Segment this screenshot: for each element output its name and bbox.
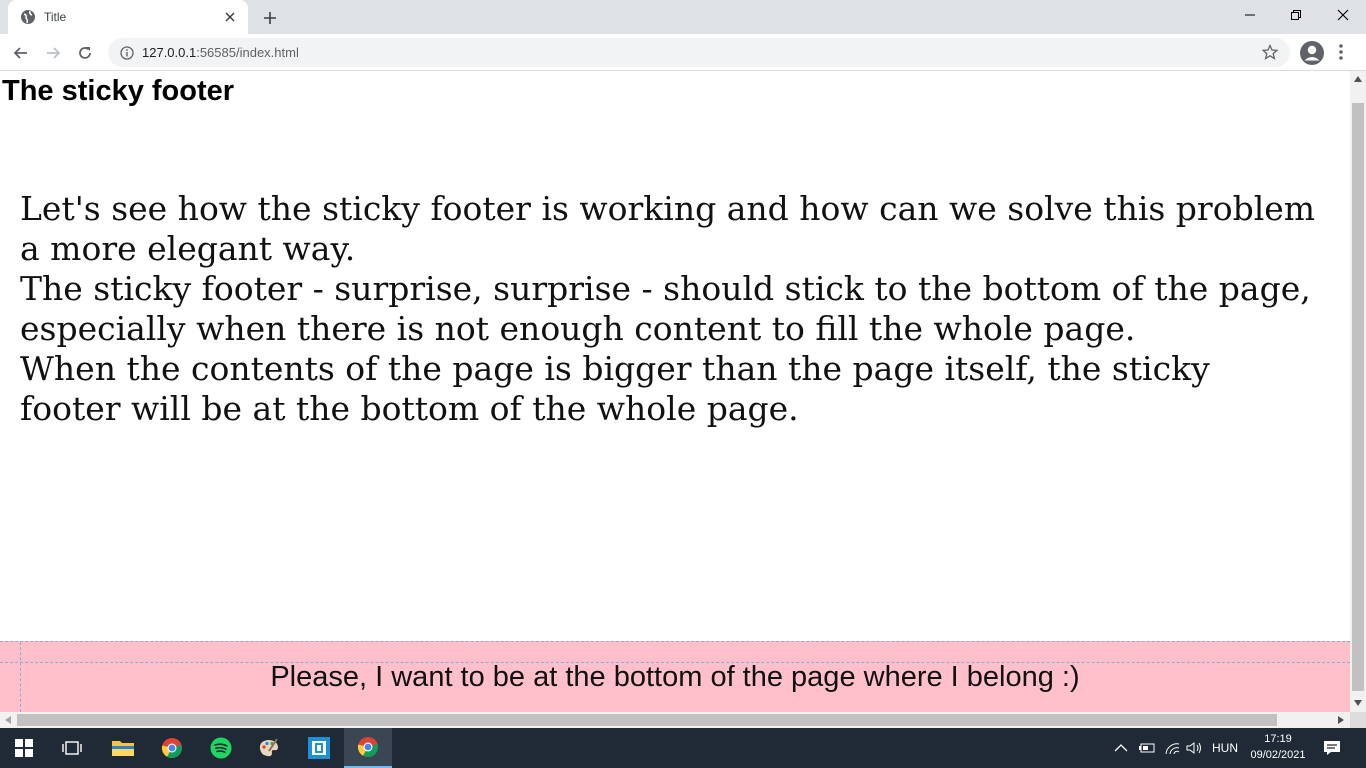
browser-tab[interactable]: Title <box>8 0 248 34</box>
clock[interactable]: 17:19 09/02/2021 <box>1244 731 1312 763</box>
chrome-icon <box>357 737 378 758</box>
paint-palette-icon <box>259 738 278 757</box>
restore-button[interactable] <box>1273 0 1319 30</box>
battery-icon <box>1139 743 1155 753</box>
url-text: 127.0.0.1:56585/index.html <box>142 45 299 60</box>
close-icon <box>1337 9 1349 21</box>
minimize-button[interactable] <box>1227 0 1273 30</box>
task-view-icon <box>62 741 82 755</box>
volume-control[interactable] <box>1186 728 1204 768</box>
paragraph: Let's see how the sticky footer is worki… <box>20 189 1316 268</box>
minimize-icon <box>1245 14 1255 16</box>
battery-status[interactable] <box>1138 728 1156 768</box>
clock-date: 09/02/2021 <box>1250 749 1306 761</box>
task-view-button[interactable] <box>48 728 96 768</box>
back-button[interactable] <box>8 40 34 66</box>
main-content: Let's see how the sticky footer is worki… <box>20 189 1320 429</box>
browser-toolbar: 127.0.0.1:56585/index.html <box>0 34 1366 71</box>
scroll-down-icon[interactable] <box>1354 700 1362 706</box>
chevron-up-icon <box>1114 744 1128 752</box>
speaker-icon <box>1186 742 1201 754</box>
start-button[interactable] <box>0 728 48 768</box>
notification-icon <box>1324 741 1340 755</box>
profile-avatar-icon[interactable] <box>1299 40 1325 66</box>
bookmark-star-icon[interactable] <box>1262 44 1278 60</box>
show-hidden-icons-button[interactable] <box>1114 728 1128 768</box>
reload-button[interactable] <box>72 40 98 66</box>
footer-text: Please, I want to be at the bottom of th… <box>270 660 1080 693</box>
chrome-icon <box>161 738 182 759</box>
sticky-footer: Please, I want to be at the bottom of th… <box>0 641 1350 712</box>
arrow-left-icon <box>13 47 27 59</box>
clock-time: 17:19 <box>1264 733 1292 745</box>
info-icon[interactable] <box>120 45 134 60</box>
wifi-status[interactable] <box>1164 728 1180 768</box>
app-taskbar-button[interactable] <box>295 728 343 768</box>
wifi-icon <box>1165 743 1180 755</box>
language-label: HUN <box>1212 741 1238 755</box>
kebab-menu-icon[interactable] <box>1336 42 1346 62</box>
chrome-taskbar-button[interactable] <box>148 728 196 768</box>
horizontal-scroll-thumb[interactable] <box>17 714 1277 726</box>
close-tab-icon[interactable] <box>222 9 238 25</box>
folder-icon <box>112 741 134 756</box>
address-bar[interactable]: 127.0.0.1:56585/index.html <box>108 38 1290 67</box>
scroll-left-icon[interactable] <box>5 716 11 724</box>
chrome-active-taskbar-button[interactable] <box>344 728 392 768</box>
vertical-scroll-thumb[interactable] <box>1352 103 1364 691</box>
restore-icon <box>1291 10 1301 20</box>
input-language[interactable]: HUN <box>1212 728 1238 768</box>
new-tab-button[interactable] <box>258 6 282 30</box>
globe-icon <box>21 10 35 24</box>
tab-title: Title <box>44 10 67 24</box>
horizontal-scrollbar[interactable] <box>0 712 1350 728</box>
file-explorer-button[interactable] <box>99 728 147 768</box>
url-path: :56585/index.html <box>196 45 299 60</box>
tab-bar: Title <box>0 0 1366 34</box>
spotify-taskbar-button[interactable] <box>197 728 245 768</box>
paragraph: When the contents of the page is bigger … <box>20 349 1210 428</box>
app-window-icon <box>308 737 330 759</box>
close-window-button[interactable] <box>1320 0 1366 30</box>
page-viewport: The sticky footer Let's see how the stic… <box>0 71 1350 712</box>
windows-logo-icon <box>15 739 33 757</box>
scrollbar-corner <box>1350 712 1366 728</box>
vertical-scrollbar[interactable] <box>1350 71 1366 712</box>
spotify-icon <box>210 737 232 759</box>
plus-icon <box>264 12 276 24</box>
page-title: The sticky footer <box>2 75 235 107</box>
scroll-right-icon[interactable] <box>1338 716 1344 724</box>
scroll-up-icon[interactable] <box>1354 76 1362 82</box>
arrow-right-icon <box>47 47 61 59</box>
taskbar: HUN 17:19 09/02/2021 <box>0 728 1366 768</box>
url-host: 127.0.0.1 <box>142 45 197 60</box>
action-center-button[interactable] <box>1323 728 1341 768</box>
paint-taskbar-button[interactable] <box>245 728 293 768</box>
forward-button[interactable] <box>40 40 66 66</box>
reload-icon <box>79 47 91 59</box>
paragraph: The sticky footer - surprise, surprise -… <box>20 269 1311 348</box>
